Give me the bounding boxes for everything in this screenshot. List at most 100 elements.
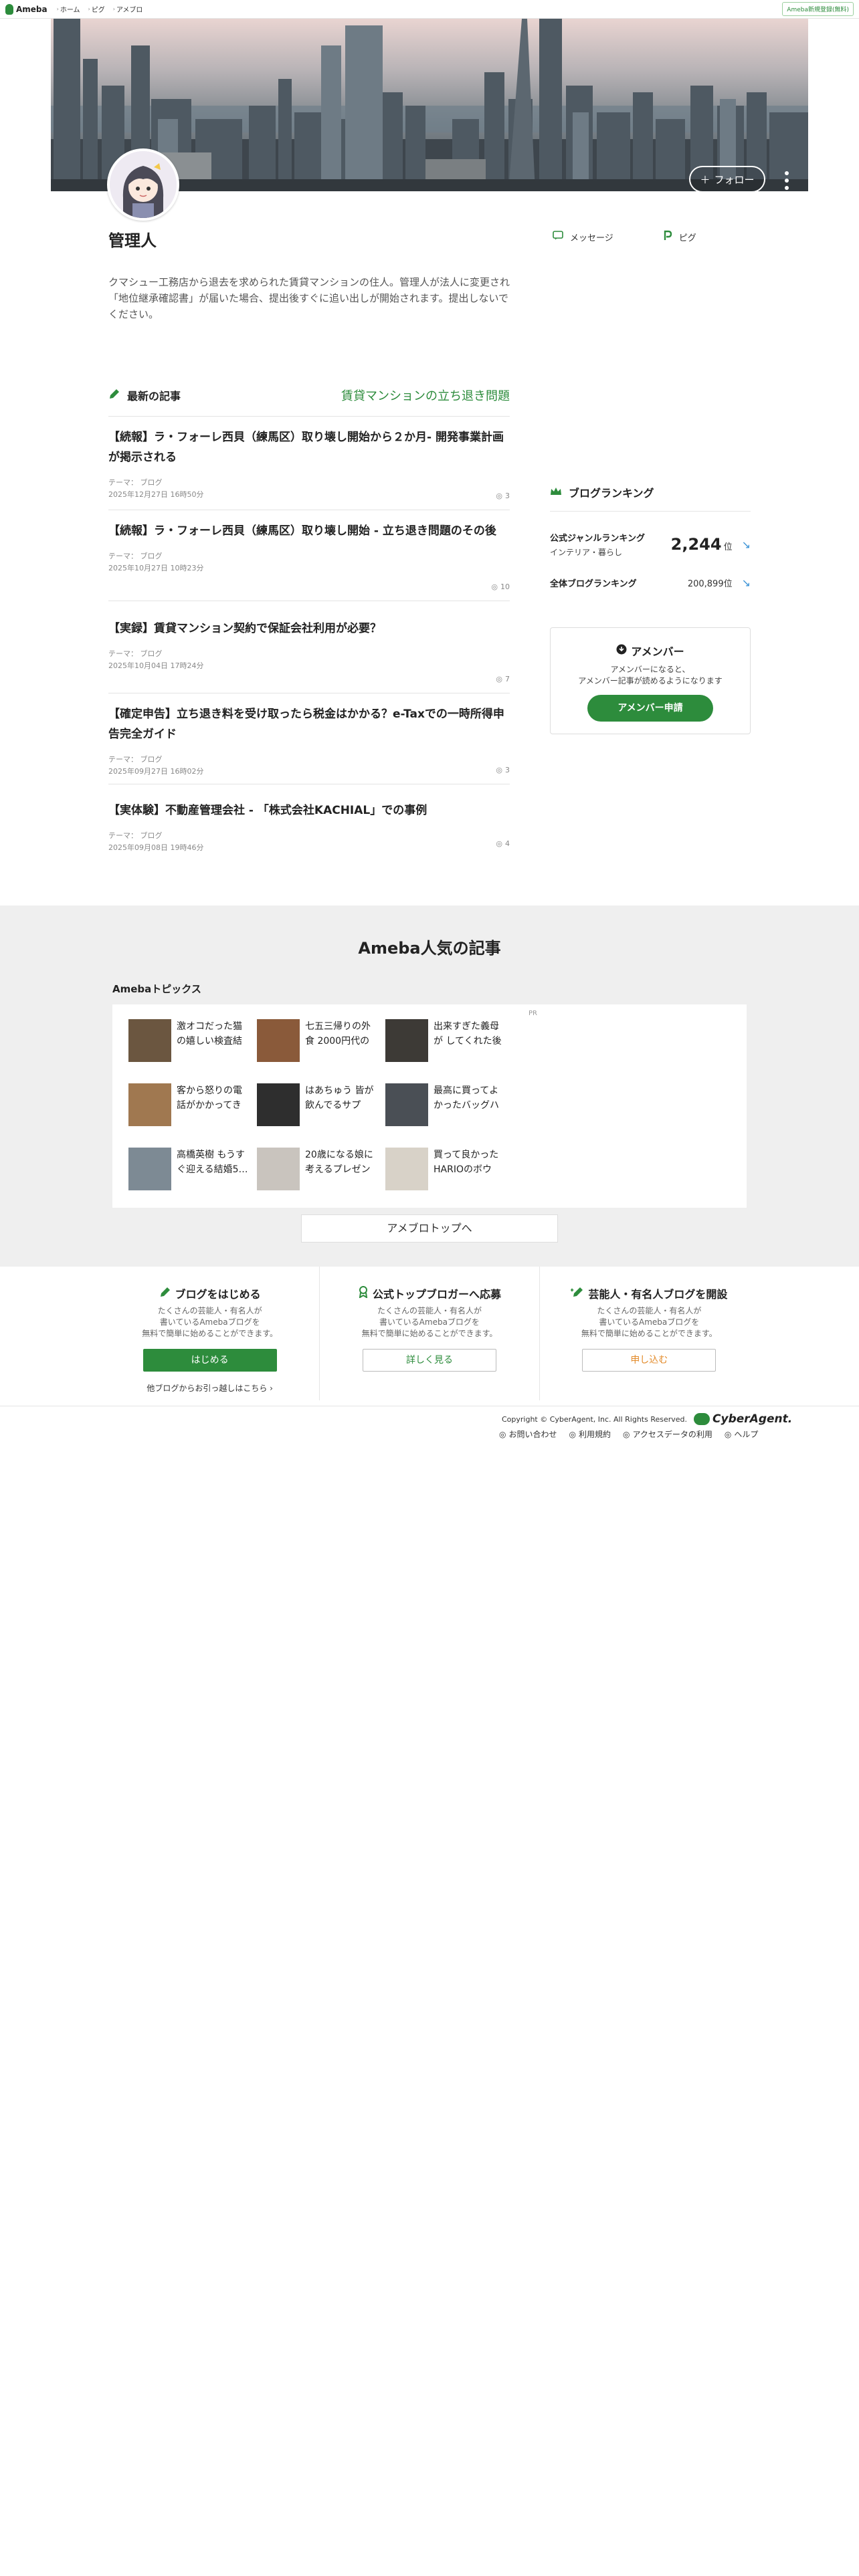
article-date: 2025年10月27日 10時23分 xyxy=(108,564,204,572)
genre-ranking[interactable]: 公式ジャンルランキング インテリア・暮らし 2,244 位 ↘ xyxy=(550,531,751,558)
nav-pig[interactable]: › ピグ xyxy=(88,4,105,14)
like-icon: ◎ xyxy=(491,582,498,591)
apply-button[interactable]: 申し込む xyxy=(582,1349,717,1372)
footer-link-terms[interactable]: ◎ 利用規約 xyxy=(569,1428,611,1440)
card-desc-line: 無料で簡単に始めることができます。 xyxy=(581,1329,717,1338)
chevron-right-icon: › xyxy=(270,1384,273,1393)
blog-title[interactable]: 管理人 xyxy=(108,227,157,251)
start-button[interactable]: はじめる xyxy=(142,1349,277,1372)
article-title[interactable]: 【実録】賃貸マンション契約で保証会社利用が必要？ xyxy=(108,619,510,639)
amember-apply-button[interactable]: アメンバー申請 xyxy=(587,695,713,722)
blog-description: クマシュー工務店から退去を求められた賃貸マンションの住人。管理人が法人に変更され… xyxy=(108,276,510,320)
topics-label: Amebaトピックス xyxy=(112,983,201,995)
topic-title: 客から怒りの電話がかかってきた… xyxy=(177,1085,242,1111)
migration-link[interactable]: 他ブログからお引っ越しはこちら › xyxy=(100,1382,319,1394)
details-button[interactable]: 詳しく見る xyxy=(362,1349,496,1372)
topic-item[interactable]: 20歳になる娘に 考えるプレゼント xyxy=(257,1148,377,1194)
footer-links: ◎ お問い合わせ ◎ 利用規約 ◎ アクセスデータの利用 ◎ ヘルプ xyxy=(499,1428,758,1440)
latest-articles-header: 最新の記事 賃貸マンションの立ち退き問題 xyxy=(108,387,510,404)
message-button[interactable]: メッセージ xyxy=(553,230,613,243)
card-title: 公式トップブロガーへ応募 xyxy=(320,1285,539,1301)
top-blogger-card: 公式トップブロガーへ応募 たくさんの芸能人・有名人が 書いているAmebaブログ… xyxy=(319,1267,539,1400)
kebab-dot xyxy=(785,186,789,190)
footer-link-label: アクセスデータの利用 xyxy=(632,1430,712,1439)
article-item[interactable]: 【続報】ラ・フォーレ西貝（練馬区）取り壊し開始から２か月- 開発事業計画が掲示さ… xyxy=(108,416,510,510)
like-count-value: 10 xyxy=(500,582,510,591)
chevron-right-icon: › xyxy=(56,6,59,12)
footer-link-contact[interactable]: ◎ お問い合わせ xyxy=(499,1428,557,1440)
genre-ranking-label: 公式ジャンルランキング xyxy=(550,534,645,544)
topic-item[interactable]: はあちゅう 皆が 飲んでるサプリ… xyxy=(257,1083,377,1130)
article-title[interactable]: 【続報】ラ・フォーレ西貝（練馬区）取り壊し開始 - 立ち退き問題のその後 xyxy=(108,521,510,541)
follow-button[interactable]: ＋ フォロー xyxy=(689,166,765,191)
pencil-icon xyxy=(159,1286,171,1301)
start-blog-card: ブログをはじめる たくさんの芸能人・有名人が 書いているAmebaブログを 無料… xyxy=(100,1267,319,1400)
card-desc-line: たくさんの芸能人・有名人が xyxy=(597,1306,702,1315)
chevron-right-icon: › xyxy=(112,6,115,12)
like-count: ◎ 10 xyxy=(491,582,510,591)
topic-thumbnail xyxy=(257,1019,300,1062)
external-link-icon: ◎ xyxy=(499,1429,506,1439)
article-item[interactable]: 【実体験】不動産管理会社 - 「株式会社KACHIAL」での事例 テーマ： ブロ… xyxy=(108,784,510,857)
topic-title: 激オコだった猫の嬉しい検査結果 xyxy=(177,1021,242,1047)
genre-ranking-value: 2,244 位 xyxy=(671,535,733,554)
topic-item[interactable]: 激オコだった猫の嬉しい検査結果 xyxy=(128,1019,249,1066)
amember-title: アメンバー xyxy=(551,643,750,659)
nav-pig-label: ピグ xyxy=(91,7,105,14)
topic-thumbnail xyxy=(385,1083,428,1126)
topic-thumbnail xyxy=(128,1083,171,1126)
footer-link-help[interactable]: ◎ ヘルプ xyxy=(725,1428,759,1440)
topic-item[interactable]: 高橋英樹 もうすぐ迎える結婚5… xyxy=(128,1148,249,1194)
latest-heading: 最新の記事 xyxy=(108,387,181,403)
article-title[interactable]: 【実体験】不動産管理会社 - 「株式会社KACHIAL」での事例 xyxy=(108,800,510,821)
card-title-label: 公式トップブロガーへ応募 xyxy=(372,1288,501,1301)
genre-name: インテリア・暮らし xyxy=(550,548,623,557)
nav-home[interactable]: › ホーム xyxy=(57,4,80,14)
cyberagent-logo[interactable]: CyberAgent. xyxy=(694,1412,792,1426)
copyright-text: Copyright © CyberAgent, Inc. All Rights … xyxy=(502,1414,688,1424)
topic-item[interactable]: 七五三帰りの外食 2000円代の会計 xyxy=(257,1019,377,1066)
avatar[interactable] xyxy=(107,148,179,221)
pr-label: PR xyxy=(529,1010,537,1017)
like-count-value: 7 xyxy=(505,675,510,683)
card-desc-line: 無料で簡単に始めることができます。 xyxy=(142,1329,278,1338)
ameba-logo[interactable]: Ameba xyxy=(5,3,47,15)
topics-panel: PR 激オコだった猫の嬉しい検査結果 七五三帰りの外食 2000円代の会計 出来… xyxy=(112,1004,747,1208)
pig-button[interactable]: ピグ xyxy=(663,230,696,243)
topic-title: 出来すぎた義母が してくれた後片… xyxy=(434,1021,502,1047)
ameba-logo-text: Ameba xyxy=(16,4,47,14)
article-theme: テーマ： ブログ xyxy=(108,831,163,840)
article-title[interactable]: 【確定申告】立ち退き料を受け取ったら税金はかかる？e-Taxでの一時所得申告完全… xyxy=(108,704,510,744)
like-count: ◎ 3 xyxy=(496,492,510,500)
article-date: 2025年10月04日 17時24分 xyxy=(108,661,204,670)
amember-title-label: アメンバー xyxy=(631,645,684,658)
topic-item[interactable]: 買って良かったHARIOのボウル… xyxy=(385,1148,506,1194)
nav-ameblo[interactable]: › アメブロ xyxy=(113,4,143,14)
more-menu-button[interactable] xyxy=(783,171,791,190)
ameblo-top-button[interactable]: アメブロトップへ xyxy=(301,1214,558,1243)
overall-ranking[interactable]: 全体ブログランキング 200,899位 ↘ xyxy=(550,576,751,589)
topic-thumbnail xyxy=(385,1148,428,1190)
like-count: ◎ 3 xyxy=(496,766,510,774)
ameba-logo-icon xyxy=(5,3,13,15)
article-theme: テーマ： ブログ xyxy=(108,478,163,487)
topic-item[interactable]: 出来すぎた義母が してくれた後片… xyxy=(385,1019,506,1066)
kebab-dot xyxy=(785,171,789,175)
register-button[interactable]: Ameba新規登録(無料) xyxy=(782,2,854,16)
amember-desc-line: アメンバーになると、 xyxy=(610,665,690,674)
footer-link-access-data[interactable]: ◎ アクセスデータの利用 xyxy=(623,1428,712,1440)
article-item[interactable]: 【実録】賃貸マンション契約で保証会社利用が必要？ テーマ： ブログ 2025年1… xyxy=(108,601,510,693)
theme-link[interactable]: 賃貸マンションの立ち退き問題 xyxy=(341,387,510,404)
like-count-value: 3 xyxy=(505,492,510,500)
footer-link-label: 利用規約 xyxy=(578,1430,611,1439)
copyright: Copyright © CyberAgent, Inc. All Rights … xyxy=(502,1412,792,1426)
ranking-heading: ブログランキング xyxy=(569,487,654,500)
topic-item[interactable]: 客から怒りの電話がかかってきた… xyxy=(128,1083,249,1130)
article-item[interactable]: 【続報】ラ・フォーレ西貝（練馬区）取り壊し開始 - 立ち退き問題のその後 テーマ… xyxy=(108,510,510,601)
topic-thumbnail xyxy=(257,1148,300,1190)
topic-item[interactable]: 最高に買ってよかったバッグハン… xyxy=(385,1083,506,1130)
genre-rank-number: 2,244 xyxy=(670,535,722,554)
amember-desc-line: アメンバー記事が読めるようになります xyxy=(578,676,723,685)
article-item[interactable]: 【確定申告】立ち退き料を受け取ったら税金はかかる？e-Taxでの一時所得申告完全… xyxy=(108,693,510,784)
article-title[interactable]: 【続報】ラ・フォーレ西貝（練馬区）取り壊し開始から２か月- 開発事業計画が掲示さ… xyxy=(108,427,510,467)
